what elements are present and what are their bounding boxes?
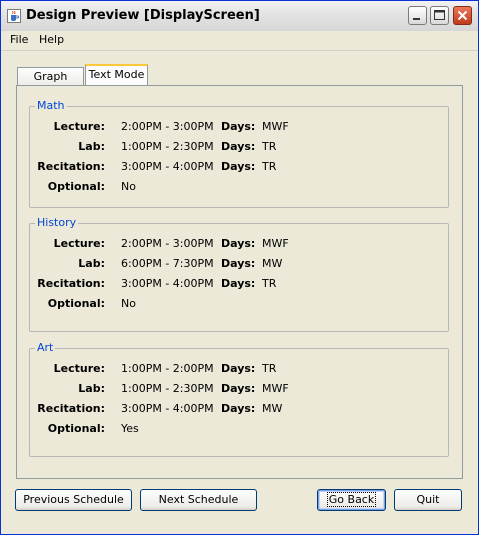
recitation-label: Recitation: [37,160,105,173]
lecture-label: Lecture: [53,362,105,375]
lab-label: Lab: [78,140,105,153]
java-cup-icon [7,9,21,23]
window-title: Design Preview [DisplayScreen] [26,8,260,23]
minimize-icon [413,18,420,20]
recitation-row: Recitation: 3:00PM - 4:00PM Days: TR [30,160,450,176]
recitation-days: TR [262,160,277,173]
days-label: Days: [221,277,256,290]
lab-label: Lab: [78,382,105,395]
recitation-row: Recitation: 3:00PM - 4:00PM Days: TR [30,277,450,293]
lecture-label: Lecture: [53,237,105,250]
next-schedule-button[interactable]: Next Schedule [140,489,257,511]
lecture-row: Lecture: 2:00PM - 3:00PM Days: MWF [30,237,450,253]
minimize-button[interactable] [408,6,427,25]
recitation-time: 3:00PM - 4:00PM [121,277,214,290]
lab-days: MW [262,257,283,270]
text-mode-panel: Math Lecture: 2:00PM - 3:00PM Days: MWF … [16,85,463,479]
lecture-time: 2:00PM - 3:00PM [121,120,214,133]
next-schedule-label: Next Schedule [158,493,239,506]
maximize-button[interactable] [430,6,449,25]
lab-time: 6:00PM - 7:30PM [121,257,214,270]
days-label: Days: [221,257,256,270]
lab-label: Lab: [78,257,105,270]
optional-row: Optional: No [30,297,450,313]
days-label: Days: [221,237,256,250]
menu-help[interactable]: Help [39,33,64,46]
lab-days: TR [262,140,277,153]
go-back-button[interactable]: Go Back [317,489,386,511]
recitation-time: 3:00PM - 4:00PM [121,160,214,173]
optional-value: No [121,297,136,310]
previous-schedule-button[interactable]: Previous Schedule [15,489,132,511]
lab-time: 1:00PM - 2:30PM [121,382,214,395]
app-window: Design Preview [DisplayScreen] File Help… [0,0,479,535]
course-title: Math [35,99,67,112]
days-label: Days: [221,160,256,173]
lecture-time: 2:00PM - 3:00PM [121,237,214,250]
optional-label: Optional: [47,422,105,435]
lab-row: Lab: 6:00PM - 7:30PM Days: MW [30,257,450,273]
maximize-icon [434,10,445,20]
recitation-label: Recitation: [37,277,105,290]
recitation-time: 3:00PM - 4:00PM [121,402,214,415]
days-label: Days: [221,382,256,395]
quit-label: Quit [416,493,440,506]
go-back-label: Go Back [326,492,377,507]
course-title: History [35,216,79,229]
close-button[interactable] [453,6,472,25]
lecture-days: TR [262,362,277,375]
optional-row: Optional: Yes [30,422,450,438]
lab-time: 1:00PM - 2:30PM [121,140,214,153]
optional-value: Yes [121,422,139,435]
quit-button[interactable]: Quit [394,489,462,511]
course-group-math: Math Lecture: 2:00PM - 3:00PM Days: MWF … [29,99,450,208]
recitation-days: MW [262,402,283,415]
course-group-history: History Lecture: 2:00PM - 3:00PM Days: M… [29,216,450,332]
days-label: Days: [221,362,256,375]
recitation-days: TR [262,277,277,290]
optional-label: Optional: [47,180,105,193]
tab-graph-mode[interactable]: Graph Mode [17,67,84,100]
lab-row: Lab: 1:00PM - 2:30PM Days: MWF [30,382,450,398]
lecture-days: MWF [262,237,289,250]
course-title: Art [35,341,56,354]
optional-label: Optional: [47,297,105,310]
tab-text-mode[interactable]: Text Mode [85,64,148,85]
recitation-row: Recitation: 3:00PM - 4:00PM Days: MW [30,402,450,418]
menu-file[interactable]: File [10,33,28,46]
lecture-time: 1:00PM - 2:00PM [121,362,214,375]
recitation-label: Recitation: [37,402,105,415]
lab-row: Lab: 1:00PM - 2:30PM Days: TR [30,140,450,156]
menu-bar: File Help [1,31,478,51]
course-group-art: Art Lecture: 1:00PM - 2:00PM Days: TR La… [29,341,450,457]
close-icon [457,10,468,21]
previous-schedule-label: Previous Schedule [23,493,124,506]
days-label: Days: [221,140,256,153]
lecture-days: MWF [262,120,289,133]
lecture-label: Lecture: [53,120,105,133]
lecture-row: Lecture: 1:00PM - 2:00PM Days: TR [30,362,450,378]
days-label: Days: [221,402,256,415]
days-label: Days: [221,120,256,133]
optional-row: Optional: No [30,180,450,196]
optional-value: No [121,180,136,193]
title-bar[interactable]: Design Preview [DisplayScreen] [1,1,478,32]
lecture-row: Lecture: 2:00PM - 3:00PM Days: MWF [30,120,450,136]
lab-days: MWF [262,382,289,395]
